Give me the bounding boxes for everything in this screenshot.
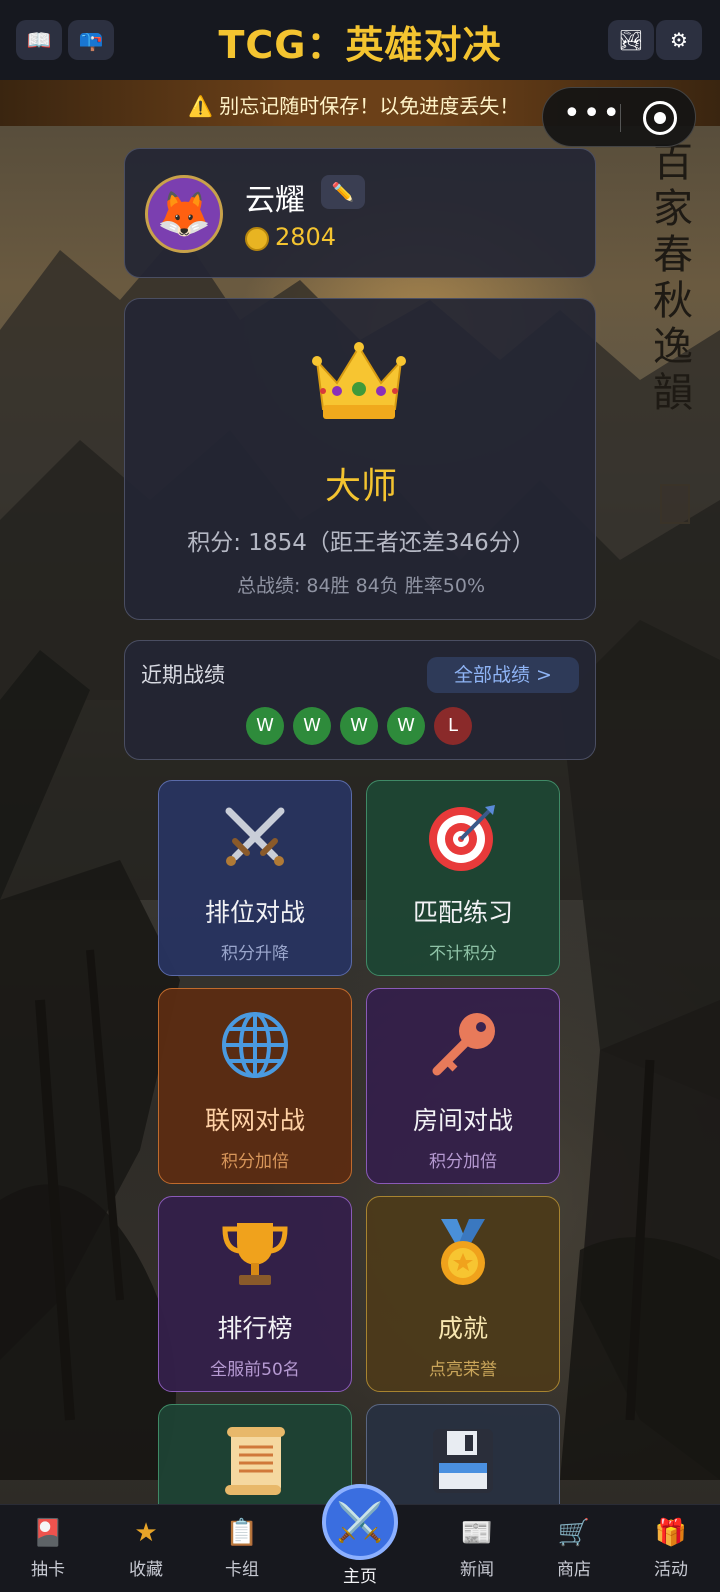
fox-icon[interactable]: 🦊 bbox=[145, 175, 223, 253]
nav-label: 卡组 bbox=[225, 1560, 259, 1580]
tile-title: 成就 bbox=[437, 1314, 488, 1343]
achievements-tile[interactable]: 成就 点亮荣誉 bbox=[366, 1196, 560, 1392]
card-draw-icon: 🎴 bbox=[31, 1518, 65, 1548]
nav-draw-cards[interactable]: 🎴 抽卡 bbox=[8, 1515, 88, 1587]
tile-subtitle: 积分升降 bbox=[221, 944, 289, 964]
tile-subtitle: 点亮荣誉 bbox=[429, 1360, 497, 1380]
all-matches-button[interactable]: 全部战绩 > bbox=[427, 657, 579, 693]
leaderboard-tile[interactable]: 排行榜 全服前50名 bbox=[158, 1196, 352, 1392]
casual-match-tile[interactable]: 匹配练习 不计积分 bbox=[366, 780, 560, 976]
tile-subtitle: 积分加倍 bbox=[221, 1152, 289, 1172]
medal-icon bbox=[367, 1217, 559, 1289]
home-button[interactable]: ⚔️ bbox=[322, 1484, 398, 1560]
match-result-win: W bbox=[293, 707, 331, 745]
player-name: 云耀 bbox=[245, 183, 305, 218]
coin-count: 2804 bbox=[275, 223, 337, 251]
newspaper-icon: 📰 bbox=[460, 1518, 494, 1548]
vertical-calligraphy: 百家春秋逸韻 bbox=[653, 140, 693, 416]
tile-subtitle: 全服前50名 bbox=[210, 1360, 300, 1380]
key-icon bbox=[367, 1009, 559, 1081]
tile-title: 联网对战 bbox=[204, 1106, 305, 1135]
tile-subtitle: 积分加倍 bbox=[429, 1152, 497, 1172]
trophy-icon bbox=[159, 1217, 351, 1289]
rank-title: 大师 bbox=[324, 466, 397, 507]
mini-program-capsule: ••• bbox=[542, 87, 696, 147]
nav-label: 收藏 bbox=[129, 1560, 163, 1580]
crossed-swords-icon: ⚔️ bbox=[336, 1499, 384, 1544]
nav-label: 活动 bbox=[654, 1560, 688, 1580]
globe-icon bbox=[159, 1009, 351, 1081]
nav-deck[interactable]: 📋 卡组 bbox=[202, 1515, 282, 1587]
ranked-battle-tile[interactable]: 排位对战 积分升降 bbox=[158, 780, 352, 976]
red-seal-stamp bbox=[660, 484, 690, 524]
profile-card: 🦊 云耀 ✏️ 2804 bbox=[124, 148, 596, 278]
more-dots-icon[interactable]: ••• bbox=[563, 96, 622, 131]
nav-label: 新闻 bbox=[460, 1560, 494, 1580]
rank-card: 大师 积分: 1854（距王者还差346分） 总战绩: 84胜 84负 胜率50… bbox=[124, 298, 596, 620]
scroll-icon bbox=[159, 1425, 351, 1497]
floppy-disk-icon bbox=[367, 1425, 559, 1497]
match-result-win: W bbox=[387, 707, 425, 745]
top-bar: 📖 📪 TCG：英雄对决 🏞 ⚙ bbox=[0, 0, 720, 80]
match-result-win: W bbox=[340, 707, 378, 745]
tile-title: 排位对战 bbox=[204, 898, 305, 927]
match-result-loss: L bbox=[434, 707, 472, 745]
nav-home-label: 主页 bbox=[343, 1567, 377, 1587]
online-battle-tile[interactable]: 联网对战 积分加倍 bbox=[158, 988, 352, 1184]
crown-icon bbox=[312, 342, 406, 419]
room-battle-tile[interactable]: 房间对战 积分加倍 bbox=[366, 988, 560, 1184]
nav-label: 商店 bbox=[557, 1560, 591, 1580]
recent-matches-card: 近期战绩 全部战绩 > W W W W L bbox=[124, 640, 596, 760]
crossed-swords-icon bbox=[159, 801, 351, 873]
tile-title: 匹配练习 bbox=[412, 898, 513, 927]
tile-title: 排行榜 bbox=[217, 1314, 293, 1343]
nav-news[interactable]: 📰 新闻 bbox=[437, 1515, 517, 1587]
nav-collection[interactable]: ★ 收藏 bbox=[106, 1515, 186, 1587]
cart-icon: 🛒 bbox=[557, 1518, 591, 1548]
capsule-divider bbox=[620, 104, 621, 132]
star-icon: ★ bbox=[134, 1518, 158, 1548]
nav-shop[interactable]: 🛒 商店 bbox=[534, 1515, 614, 1587]
clipboard-icon: 📋 bbox=[225, 1518, 259, 1548]
rank-score: 积分: 1854（距王者还差346分） bbox=[187, 530, 535, 556]
close-target-icon[interactable] bbox=[643, 101, 677, 135]
nav-events[interactable]: 🎁 活动 bbox=[631, 1515, 711, 1587]
landscape-icon[interactable]: 🏞 bbox=[608, 20, 654, 60]
gift-icon: 🎁 bbox=[654, 1518, 688, 1548]
banner-text: ⚠️ 别忘记随时保存！以免进度丢失！ bbox=[188, 94, 520, 118]
tile-subtitle: 不计积分 bbox=[429, 944, 497, 964]
coin-icon bbox=[245, 227, 269, 251]
target-icon bbox=[367, 801, 559, 873]
nav-label: 抽卡 bbox=[31, 1560, 65, 1580]
gear-icon[interactable]: ⚙ bbox=[656, 20, 702, 60]
match-result-win: W bbox=[246, 707, 284, 745]
pencil-icon[interactable]: ✏️ bbox=[321, 175, 365, 209]
recent-matches-title: 近期战绩 bbox=[141, 663, 225, 687]
tile-title: 房间对战 bbox=[412, 1106, 513, 1135]
total-record: 总战绩: 84胜 84负 胜率50% bbox=[236, 575, 486, 597]
